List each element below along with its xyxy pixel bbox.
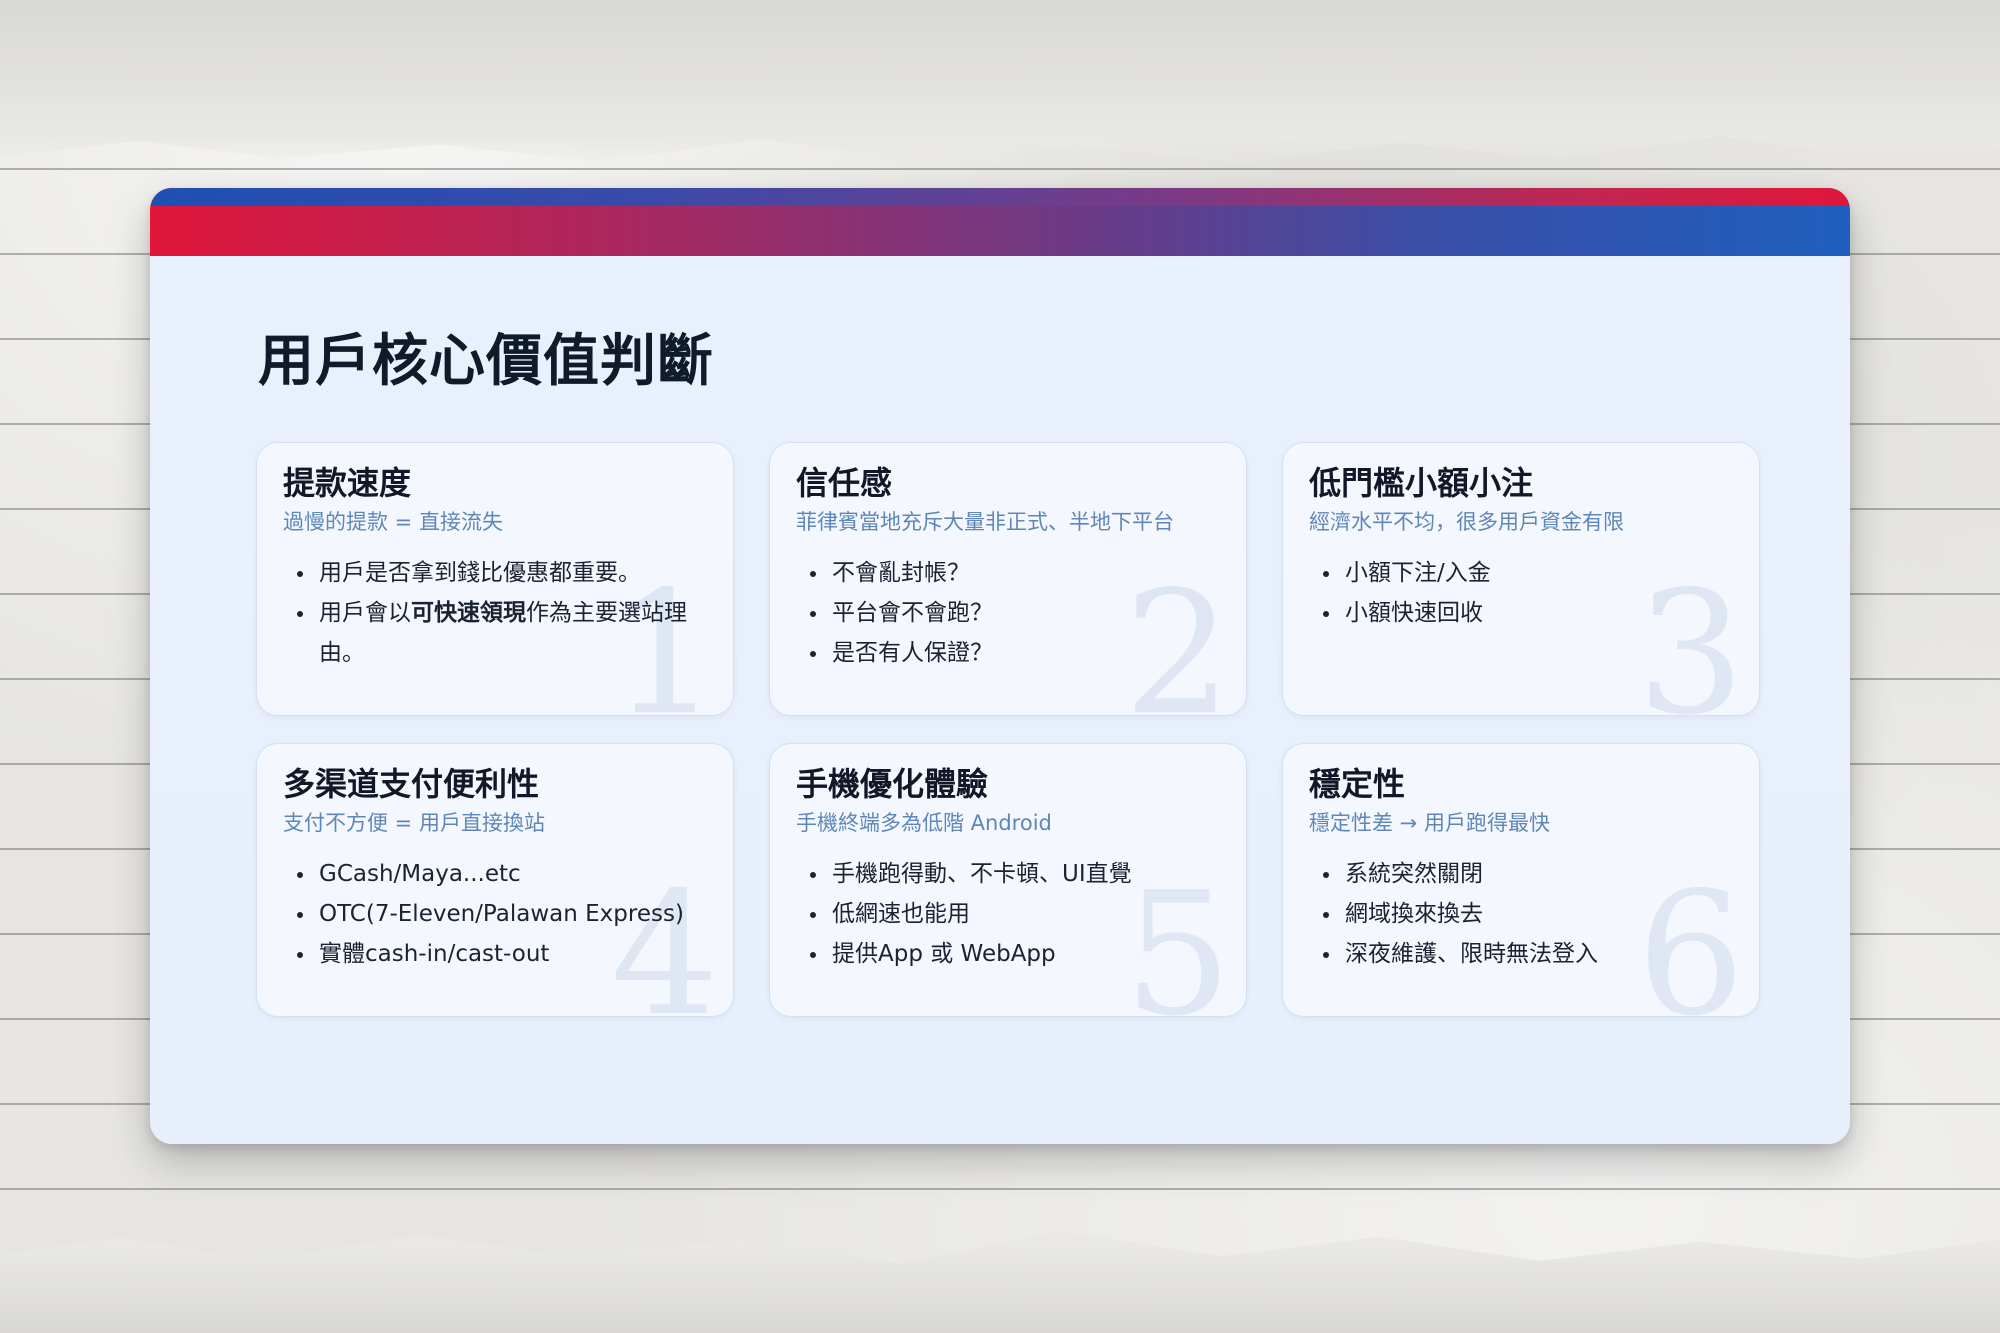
card-low-threshold: 3 低門檻小額小注 經濟水平不均，很多用戶資金有限 小額下注/入金 小額快速回收	[1282, 442, 1760, 716]
slide: 用戶核心價值判斷 1 提款速度 過慢的提款 = 直接流失 用戶是否拿到錢比優惠都…	[150, 188, 1850, 1144]
card-bullet-list: 手機跑得動、不卡頓、UI直覺 低網速也能用 提供App 或 WebApp	[796, 854, 1220, 974]
card-bullet-list: 用戶是否拿到錢比優惠都重要。 用戶會以可快速領現作為主要選站理由。	[283, 553, 707, 673]
list-item: 不會亂封帳？	[810, 553, 1220, 593]
list-item-emphasis: 可快速領現	[411, 600, 526, 626]
list-item: 手機跑得動、不卡頓、UI直覺	[810, 854, 1220, 894]
card-title: 低門檻小額小注	[1309, 464, 1534, 502]
torn-paper-bottom	[0, 1231, 2000, 1333]
list-item: 系統突然關閉	[1323, 854, 1733, 894]
list-item: 網域換來換去	[1323, 894, 1733, 934]
card-title: 信任感	[796, 464, 893, 502]
list-item: 實體cash-in/cast-out	[297, 934, 707, 974]
card-subtitle: 過慢的提款 = 直接流失	[283, 510, 503, 534]
list-item: GCash/Maya...etc	[297, 854, 707, 894]
card-subtitle: 支付不方便 = 用戶直接換站	[283, 811, 545, 835]
list-item: 平台會不會跑？	[810, 593, 1220, 633]
card-bullet-list: 小額下注/入金 小額快速回收	[1309, 553, 1733, 633]
slide-title: 用戶核心價值判斷	[258, 329, 714, 394]
card-subtitle: 穩定性差 → 用戶跑得最快	[1309, 811, 1550, 835]
list-item: 提供App 或 WebApp	[810, 934, 1220, 974]
gradient-header-bar	[150, 188, 1850, 256]
card-title: 多渠道支付便利性	[283, 765, 540, 803]
card-bullet-list: 系統突然關閉 網域換來換去 深夜維護、限時無法登入	[1309, 854, 1733, 974]
list-item: 用戶會以可快速領現作為主要選站理由。	[297, 593, 707, 673]
list-item: 小額下注/入金	[1323, 553, 1733, 593]
list-item: 是否有人保證？	[810, 633, 1220, 673]
card-bullet-list: GCash/Maya...etc OTC(7-Eleven/Palawan Ex…	[283, 854, 707, 974]
card-mobile-experience: 5 手機優化體驗 手機終端多為低階 Android 手機跑得動、不卡頓、UI直覺…	[769, 743, 1247, 1017]
card-title: 提款速度	[283, 464, 412, 502]
torn-paper-top	[0, 0, 2000, 164]
list-item: 低網速也能用	[810, 894, 1220, 934]
card-payment-channels: 4 多渠道支付便利性 支付不方便 = 用戶直接換站 GCash/Maya...e…	[256, 743, 734, 1017]
gradient-header-strip	[150, 188, 1850, 206]
card-subtitle: 經濟水平不均，很多用戶資金有限	[1309, 510, 1624, 534]
card-bullet-list: 不會亂封帳？ 平台會不會跑？ 是否有人保證？	[796, 553, 1220, 673]
list-item: 用戶是否拿到錢比優惠都重要。	[297, 553, 707, 593]
value-card-grid: 1 提款速度 過慢的提款 = 直接流失 用戶是否拿到錢比優惠都重要。 用戶會以可…	[256, 442, 1760, 1017]
list-item: 深夜維護、限時無法登入	[1323, 934, 1733, 974]
list-item-text: 用戶會以	[319, 600, 411, 626]
card-stability: 6 穩定性 穩定性差 → 用戶跑得最快 系統突然關閉 網域換來換去 深夜維護、限…	[1282, 743, 1760, 1017]
card-subtitle: 手機終端多為低階 Android	[796, 811, 1052, 835]
list-item: OTC(7-Eleven/Palawan Express)	[297, 894, 707, 934]
list-item: 小額快速回收	[1323, 593, 1733, 633]
card-trust: 2 信任感 菲律賓當地充斥大量非正式、半地下平台 不會亂封帳？ 平台會不會跑？ …	[769, 442, 1247, 716]
card-title: 手機優化體驗	[796, 765, 989, 803]
card-withdrawal-speed: 1 提款速度 過慢的提款 = 直接流失 用戶是否拿到錢比優惠都重要。 用戶會以可…	[256, 442, 734, 716]
card-subtitle: 菲律賓當地充斥大量非正式、半地下平台	[796, 510, 1174, 534]
card-title: 穩定性	[1309, 765, 1406, 803]
